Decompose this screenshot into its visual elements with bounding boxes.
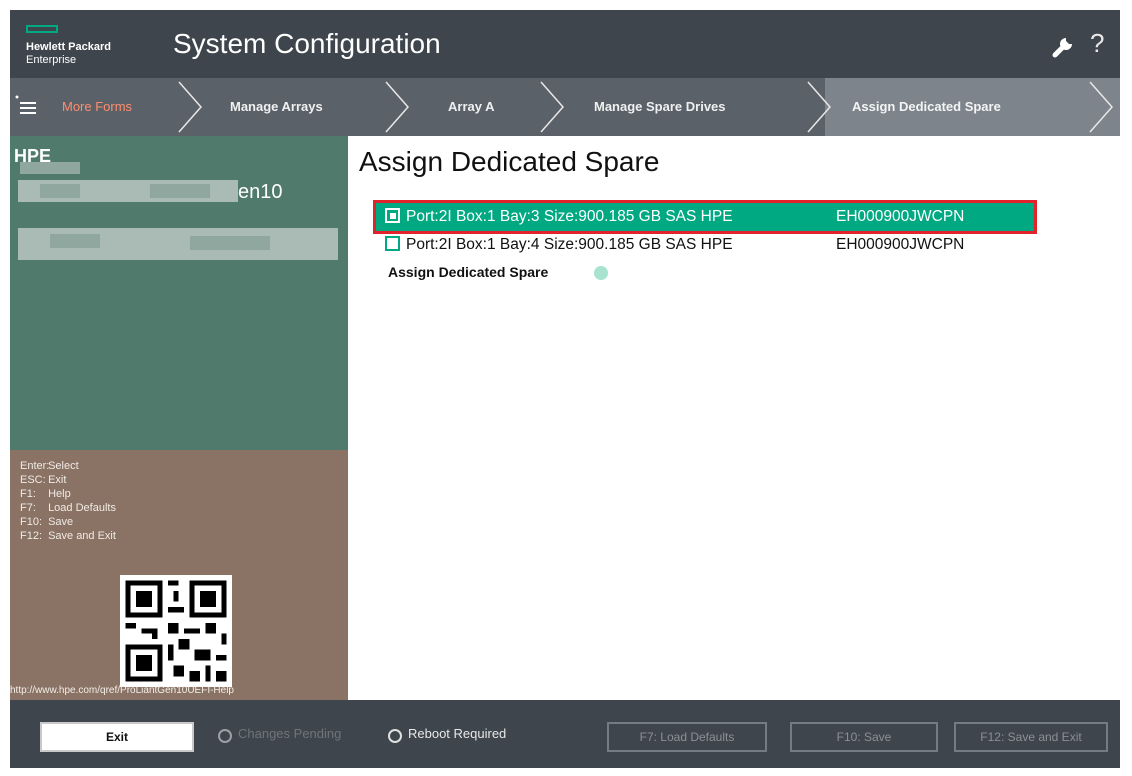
app-title: System Configuration xyxy=(173,28,441,59)
logo-line-1: Hewlett Packard xyxy=(26,41,111,53)
key-help-row: F1: Help xyxy=(20,488,71,500)
main-form: Assign Dedicated Spare Port:2I Box:1 Bay… xyxy=(348,136,1120,700)
reboot-required-indicator-icon xyxy=(388,729,402,743)
redacted-block xyxy=(190,236,270,250)
chevron-right-icon xyxy=(385,81,409,133)
redacted-block xyxy=(20,162,80,174)
system-configuration-window: Hewlett Packard Enterprise System Config… xyxy=(10,10,1120,768)
breadcrumb-assign-dedicated-spare[interactable]: Assign Dedicated Spare xyxy=(852,78,1001,136)
load-defaults-button[interactable]: F7: Load Defaults xyxy=(607,722,767,752)
system-model-suffix: en10 xyxy=(238,181,283,203)
breadcrumb-array-a[interactable]: Array A xyxy=(448,78,494,136)
drive-checkbox[interactable] xyxy=(385,236,400,251)
key-help-row: F10: Save xyxy=(20,516,74,528)
help-url: http://www.hpe.com/qref/ProLiantGen10UEF… xyxy=(10,685,234,696)
save-button[interactable]: F10: Save xyxy=(790,722,938,752)
changes-pending-label: Changes Pending xyxy=(238,726,342,741)
chevron-right-icon xyxy=(807,81,831,133)
drive-option-bay-4[interactable]: Port:2I Box:1 Bay:4 Size:900.185 GB SAS … xyxy=(376,231,1034,259)
footer-bar: Exit Changes Pending Reboot Required F7:… xyxy=(10,700,1120,768)
hamburger-menu-icon[interactable] xyxy=(14,94,40,120)
assign-dedicated-spare-action[interactable]: Assign Dedicated Spare xyxy=(388,264,548,280)
hpe-logo: Hewlett Packard Enterprise xyxy=(22,21,162,71)
system-info-panel: HPE en10 xyxy=(10,136,348,450)
redacted-block xyxy=(50,234,100,248)
drive-label: Port:2I Box:1 Bay:3 Size:900.185 GB SAS … xyxy=(406,208,733,225)
chevron-right-icon xyxy=(1089,81,1113,133)
redacted-block xyxy=(150,184,210,198)
key-help-panel: Enter: Select ESC: Exit F1: Help F7: Loa… xyxy=(10,450,348,700)
qr-code xyxy=(120,575,232,687)
wrench-icon[interactable] xyxy=(1052,32,1078,58)
save-and-exit-button[interactable]: F12: Save and Exit xyxy=(954,722,1108,752)
drive-model: EH000900JWCPN xyxy=(836,236,965,253)
drive-checkbox[interactable] xyxy=(385,208,400,223)
exit-button[interactable]: Exit xyxy=(40,722,194,752)
hpe-logo-mark xyxy=(26,25,58,33)
chevron-right-icon xyxy=(178,81,202,133)
help-icon[interactable]: ? xyxy=(1090,28,1104,59)
key-help-row: F7: Load Defaults xyxy=(20,502,116,514)
header-bar: Hewlett Packard Enterprise System Config… xyxy=(10,10,1120,78)
arrow-circle-icon[interactable] xyxy=(594,266,608,280)
key-help-row: Enter: Select xyxy=(20,460,79,472)
breadcrumb-more-forms[interactable]: More Forms xyxy=(62,78,132,136)
changes-pending-indicator-icon xyxy=(218,729,232,743)
breadcrumb-manage-arrays[interactable]: Manage Arrays xyxy=(230,78,323,136)
reboot-required-label: Reboot Required xyxy=(408,726,507,741)
breadcrumb-manage-spare-drives[interactable]: Manage Spare Drives xyxy=(594,78,726,136)
form-title: Assign Dedicated Spare xyxy=(359,146,660,177)
chevron-right-icon xyxy=(540,81,564,133)
key-help-row: F12: Save and Exit xyxy=(20,530,116,542)
logo-line-2: Enterprise xyxy=(26,54,77,66)
drive-model: EH000900JWCPN xyxy=(836,208,965,225)
redacted-block xyxy=(40,184,80,198)
breadcrumb: More Forms Manage Arrays Array A Manage … xyxy=(10,78,1120,136)
drive-label: Port:2I Box:1 Bay:4 Size:900.185 GB SAS … xyxy=(406,236,733,253)
key-help-row: ESC: Exit xyxy=(20,474,67,486)
drive-option-bay-3[interactable]: Port:2I Box:1 Bay:3 Size:900.185 GB SAS … xyxy=(373,200,1037,234)
